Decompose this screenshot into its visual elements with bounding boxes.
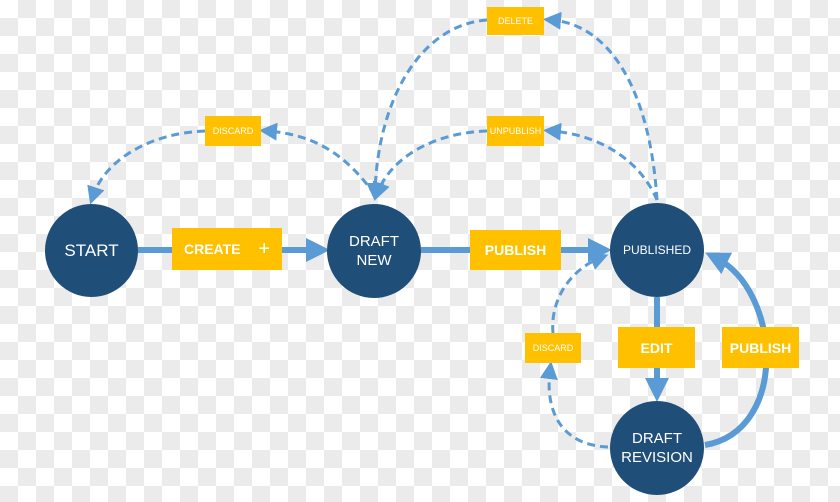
discard-new-label: DISCARD [205,116,261,146]
edit-label: EDIT [618,327,695,368]
discard-new-arrow-a [259,122,377,196]
node-published: PUBLISHED [610,203,704,297]
create-label: CREATE + [172,228,282,270]
plus-icon: + [258,237,270,260]
discard-revision-arrow-a [539,361,609,449]
unpublish-label: UNPUBLISH [487,116,544,146]
node-published-label: PUBLISHED [622,242,692,257]
publish-revision-label: PUBLISH [722,327,799,368]
node-draft-new-label-1: DRAFT [349,233,399,250]
node-draft-new: DRAFT NEW [327,204,421,298]
delete-text: DELETE [497,16,533,26]
delete-arrow-b [366,18,488,201]
publish-text: PUBLISH [484,242,547,258]
delete-label: DELETE [487,7,544,35]
discard-new-text: DISCARD [212,126,254,136]
node-draft-new-label-2: NEW [356,252,392,269]
create-text: CREATE [184,241,241,257]
edit-text: EDIT [640,339,673,356]
discard-revision-text: DISCARD [532,343,574,353]
discard-new-arrow-b [87,129,206,205]
node-draft-revision: DRAFT REVISION [610,401,704,495]
node-start: START [45,204,138,297]
unpublish-text: UNPUBLISH [489,126,542,136]
node-draft-revision-label-2: REVISION [621,449,693,466]
unpublish-arrow-a [543,122,659,201]
discard-revision-label: DISCARD [525,333,581,363]
unpublish-arrow-b [372,129,488,201]
node-start-label: START [64,241,119,260]
publish-label: PUBLISH [470,230,561,270]
node-draft-revision-label-1: DRAFT [632,430,682,447]
publish-revision-text: PUBLISH [729,339,792,356]
